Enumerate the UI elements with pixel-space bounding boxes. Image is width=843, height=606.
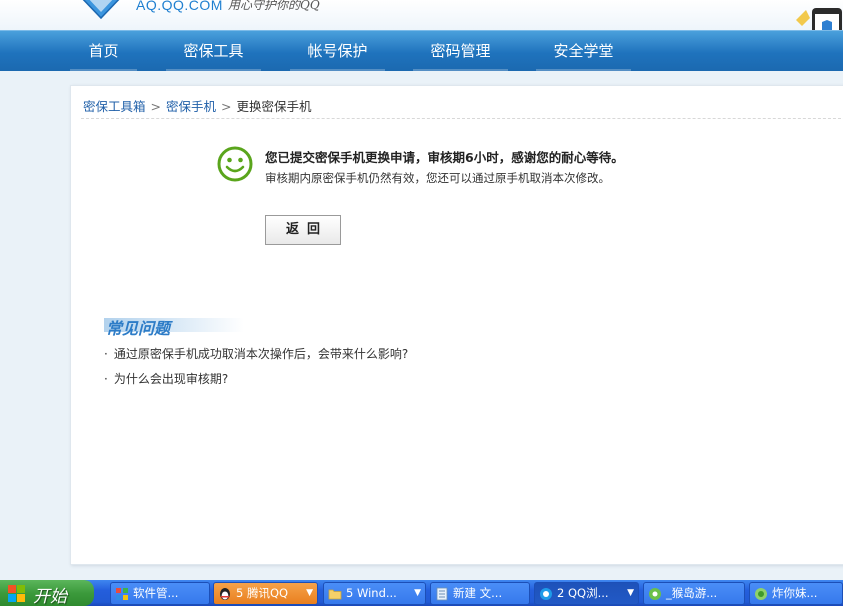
start-button[interactable]: 开始 [0,580,94,606]
logo-slogan: 用心守护你的QQ [228,0,320,12]
taskbar-item-software-manager[interactable]: 软件管... [110,582,210,605]
logo-text[interactable]: AQ.QQ.COM [136,0,223,13]
chevron-down-icon: ▼ [414,588,421,598]
notepad-icon [436,587,448,601]
taskbar-item-label: 软件管... [133,586,179,600]
start-label: 开始 [33,587,67,606]
nav-item-account-protection[interactable]: 帐号保护 [290,31,385,71]
bomb-game-icon [755,588,767,600]
taskbar-item-windows-explorer[interactable]: 5 Wind... ▼ [323,582,426,605]
back-button[interactable]: 返回 [265,215,341,245]
main-nav: 首页 密保工具 帐号保护 密码管理 安全学堂 [0,30,843,71]
qq-penguin-icon [220,588,230,600]
main-content: 密保工具箱 > 密保手机 > 更换密保手机 您已提交密保手机更换申请，审核期6小时，感谢… [70,85,843,565]
qq-browser-icon [540,588,552,600]
bullet: · [104,347,108,361]
nav-item-home[interactable]: 首页 [70,31,137,71]
nav-item-security-school[interactable]: 安全学堂 [536,31,631,71]
divider [81,118,843,119]
faq-title: 常见问题 [106,319,171,338]
site-header: AQ.QQ.COM 用心守护你的QQ [0,0,843,30]
faq-item-text[interactable]: 通过原密保手机成功取消本次操作后，会带来什么影响? [114,347,408,361]
taskbar-item-tencent-qq[interactable]: 5 腾讯QQ ▼ [213,582,318,605]
smiley-success-icon [217,146,253,182]
success-message-title: 您已提交密保手机更换申请，审核期6小时，感谢您的耐心等待。 [265,150,624,165]
faq-item[interactable]: · 通过原密保手机成功取消本次操作后，会带来什么影响? [104,345,408,362]
folder-icon [328,589,342,600]
shield-logo-icon[interactable] [76,0,126,20]
taskbar-item-label: _猴岛游... [666,586,718,600]
faq-heading: 常见问题 [104,314,244,338]
taskbar-item-label: 5 Wind... [346,586,397,600]
breadcrumb-security-toolbox[interactable]: 密保工具箱 [83,99,146,114]
game-icon [649,588,661,600]
success-message-subtitle: 审核期内原密保手机仍然有效，您还可以通过原手机取消本次修改。 [265,171,610,185]
breadcrumb-security-phone[interactable]: 密保手机 [166,99,216,114]
breadcrumb-current: 更换密保手机 [236,99,312,114]
nav-item-password-management[interactable]: 密码管理 [413,31,508,71]
breadcrumb-separator: > [221,99,232,114]
faq-item[interactable]: · 为什么会出现审核期? [104,370,228,387]
breadcrumb-separator: > [150,99,161,114]
taskbar-item-new-document[interactable]: 新建 文... [430,582,530,605]
breadcrumb: 密保工具箱 > 密保手机 > 更换密保手机 [83,96,312,115]
taskbar-item-qq-browser[interactable]: 2 QQ浏... ▼ [534,582,639,605]
software-manager-icon [116,588,128,600]
taskbar-item-label: 炸你妹... [772,586,818,600]
taskbar-item-game-2[interactable]: 炸你妹... [749,582,843,605]
windows-logo-icon [8,585,25,602]
faq-item-text[interactable]: 为什么会出现审核期? [114,372,228,386]
taskbar-item-label: 5 腾讯QQ [236,586,289,600]
bullet: · [104,372,108,386]
chevron-down-icon: ▼ [306,588,313,598]
taskbar-item-label: 2 QQ浏... [557,586,609,600]
chevron-down-icon: ▼ [627,588,634,598]
nav-item-security-tools[interactable]: 密保工具 [166,31,261,71]
taskbar: 开始 软件管... 5 腾讯QQ ▼ 5 Wind... ▼ 新建 文... 2… [0,580,843,606]
taskbar-item-game[interactable]: _猴岛游... [643,582,745,605]
taskbar-item-label: 新建 文... [453,586,503,600]
